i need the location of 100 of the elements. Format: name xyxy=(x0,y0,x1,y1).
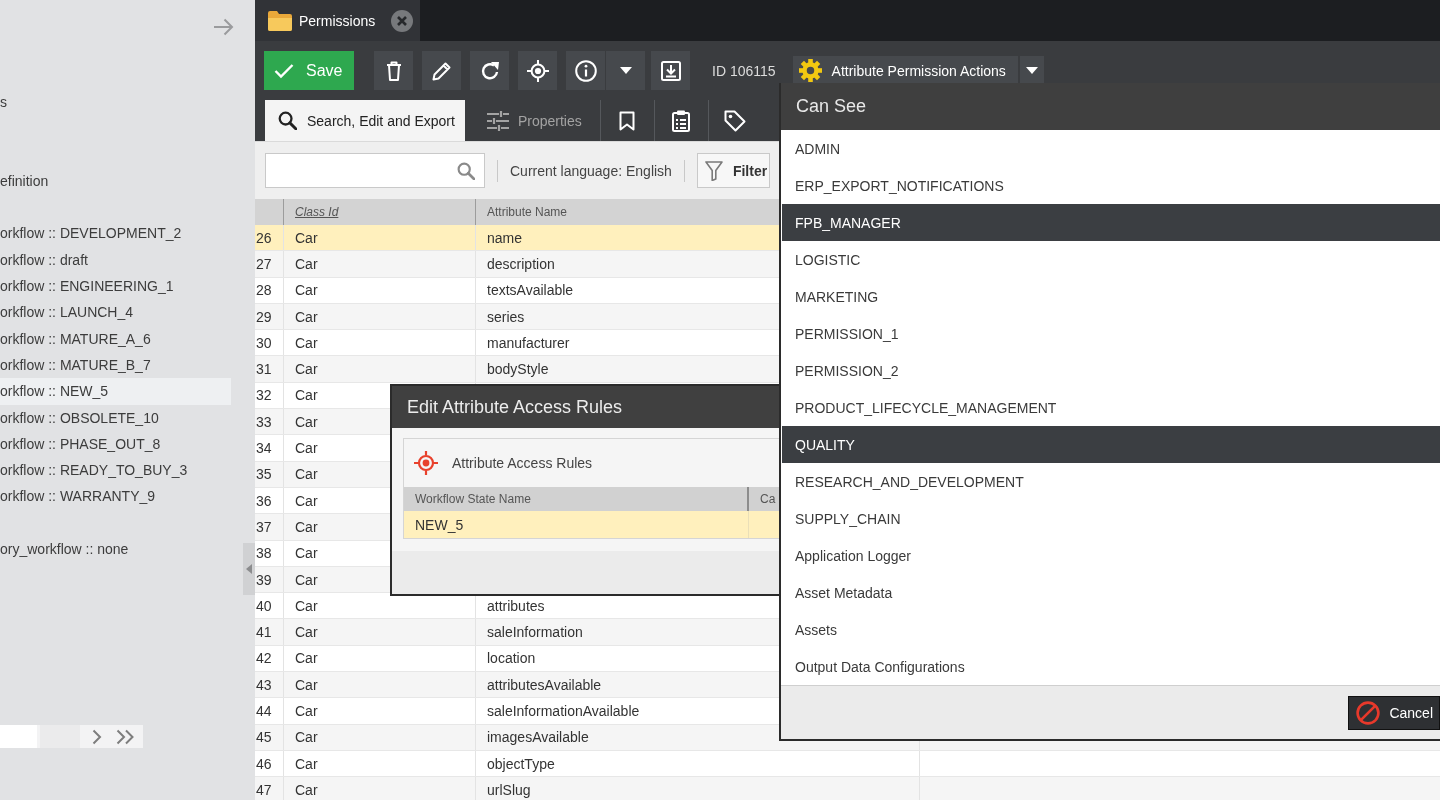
list-item[interactable]: FPB_MANAGER xyxy=(782,204,1440,241)
list-item[interactable]: QUALITY xyxy=(782,426,1440,463)
tree-item[interactable]: ory_workflow :: none xyxy=(0,536,231,563)
tree-item[interactable]: orkflow :: MATURE_A_6 xyxy=(0,325,231,352)
cancel-button[interactable]: Cancel xyxy=(1348,695,1440,730)
crosshair-icon xyxy=(526,59,549,82)
attribute-name-text: saleInformation xyxy=(487,624,583,641)
tree-item[interactable]: orkflow :: OBSOLETE_10 xyxy=(0,404,231,431)
attribute-name-text: attributesAvailable xyxy=(487,676,602,693)
input-field[interactable] xyxy=(0,725,37,748)
target-button[interactable] xyxy=(518,51,557,90)
document-tab[interactable]: Permissions xyxy=(255,0,420,41)
actions-button[interactable]: Attribute Permission Actions xyxy=(792,55,1018,86)
row-number: 44 xyxy=(256,703,272,719)
funnel-icon xyxy=(704,160,723,181)
class-id-text: Car xyxy=(295,571,318,588)
panel-title: Attribute Access Rules xyxy=(452,455,593,471)
refresh-icon xyxy=(479,60,500,81)
dialog-title: Edit Attribute Access Rules xyxy=(392,386,779,428)
caret-left-icon xyxy=(246,564,252,574)
attribute-name-text: attributes xyxy=(487,597,545,614)
dropdown-button[interactable] xyxy=(606,51,645,90)
attribute-name-text: saleInformationAvailable xyxy=(487,703,640,719)
filter-button[interactable]: Filter xyxy=(696,153,771,188)
row-number: 41 xyxy=(256,624,272,641)
row-number: 47 xyxy=(256,781,272,798)
row-number: 29 xyxy=(256,308,272,325)
row-number: 36 xyxy=(256,492,272,509)
attribute-name-text: objectType xyxy=(487,755,555,772)
close-icon[interactable] xyxy=(391,9,413,32)
class-id-text: Car xyxy=(295,624,318,641)
attribute-name-text: location xyxy=(487,650,536,667)
attribute-name-text: description xyxy=(487,255,555,272)
dropdown-button[interactable] xyxy=(1019,55,1044,86)
collapse-handle[interactable] xyxy=(243,543,255,595)
tree-item[interactable]: orkflow :: MATURE_B_7 xyxy=(0,351,231,379)
trash-icon xyxy=(385,60,402,81)
column-header[interactable]: Workflow State Name xyxy=(415,492,531,506)
tree-item[interactable]: orkflow :: NEW_5 xyxy=(0,378,231,405)
tab[interactable]: Search, Edit and Export xyxy=(265,100,465,141)
class-id-text: Car xyxy=(295,492,318,509)
class-id-text: Car xyxy=(295,334,318,351)
language-label: Current language: English xyxy=(510,162,672,179)
attribute-name-text: imagesAvailable xyxy=(487,729,589,746)
gear-icon xyxy=(798,59,822,82)
download-button[interactable] xyxy=(651,51,690,90)
tree-item[interactable]: efinition xyxy=(0,167,231,195)
folder-icon xyxy=(268,10,292,31)
class-id-text: Car xyxy=(295,755,318,772)
tree-item[interactable]: s xyxy=(0,89,231,116)
check-icon xyxy=(274,62,294,79)
column-header[interactable]: Attribute Name xyxy=(487,205,568,219)
tree-item[interactable]: orkflow :: ENGINEERING_1 xyxy=(0,273,231,300)
search-icon xyxy=(278,111,297,130)
column-header[interactable]: Class Id xyxy=(295,205,339,219)
chevron-right-icon[interactable] xyxy=(92,728,102,745)
crosshair-icon xyxy=(414,451,438,475)
row-number: 45 xyxy=(256,729,272,746)
column-header[interactable]: Ca xyxy=(760,492,776,506)
grid-row[interactable]: NEW_5 xyxy=(404,511,779,538)
row-number: 31 xyxy=(256,361,272,378)
table-row[interactable]: 46 Car objectType xyxy=(255,750,1440,778)
info-icon xyxy=(574,59,597,82)
table-row[interactable]: 47 Car urlSlug xyxy=(255,777,1440,800)
state-name-text: NEW_5 xyxy=(415,516,464,533)
class-id-text: Car xyxy=(295,282,318,299)
class-id-text: Car xyxy=(295,229,318,246)
attribute-name-text: textsAvailable xyxy=(487,282,574,299)
attribute-name-text: urlSlug xyxy=(487,781,531,798)
class-id-text: Car xyxy=(295,545,318,562)
refresh-button[interactable] xyxy=(470,51,509,90)
row-number: 27 xyxy=(256,255,272,272)
info-button[interactable] xyxy=(566,51,605,90)
tree-item[interactable]: orkflow :: READY_TO_BUY_3 xyxy=(0,457,231,484)
edit-button[interactable] xyxy=(422,51,461,90)
tree-item[interactable]: orkflow :: draft xyxy=(0,246,231,274)
class-id-text: Car xyxy=(295,650,318,667)
prohibited-icon xyxy=(1356,700,1381,725)
tree-item[interactable]: orkflow :: LAUNCH_4 xyxy=(0,299,231,326)
row-number: 46 xyxy=(256,755,272,772)
class-id-text: Car xyxy=(295,440,318,456)
search-field[interactable] xyxy=(265,153,485,188)
row-number: 32 xyxy=(256,387,272,404)
class-id-text: Car xyxy=(295,361,318,378)
class-id-text: Car xyxy=(295,413,318,430)
search-icon xyxy=(457,161,475,180)
row-number: 33 xyxy=(256,413,272,430)
delete-button[interactable] xyxy=(374,51,413,90)
class-id-text: Car xyxy=(295,781,318,798)
tree-item[interactable]: orkflow :: DEVELOPMENT_2 xyxy=(0,220,231,247)
row-number: 30 xyxy=(256,334,272,351)
tree-item[interactable]: orkflow :: PHASE_OUT_8 xyxy=(0,430,231,458)
class-id-text: Car xyxy=(295,255,318,272)
row-number: 26 xyxy=(256,229,272,246)
row-number: 38 xyxy=(256,545,272,562)
caret-icon xyxy=(1025,67,1038,74)
double-chevron-right-icon[interactable] xyxy=(116,728,135,745)
tree-item[interactable]: orkflow :: WARRANTY_9 xyxy=(0,483,231,510)
row-number: 34 xyxy=(256,440,272,456)
row-number: 43 xyxy=(256,676,272,693)
